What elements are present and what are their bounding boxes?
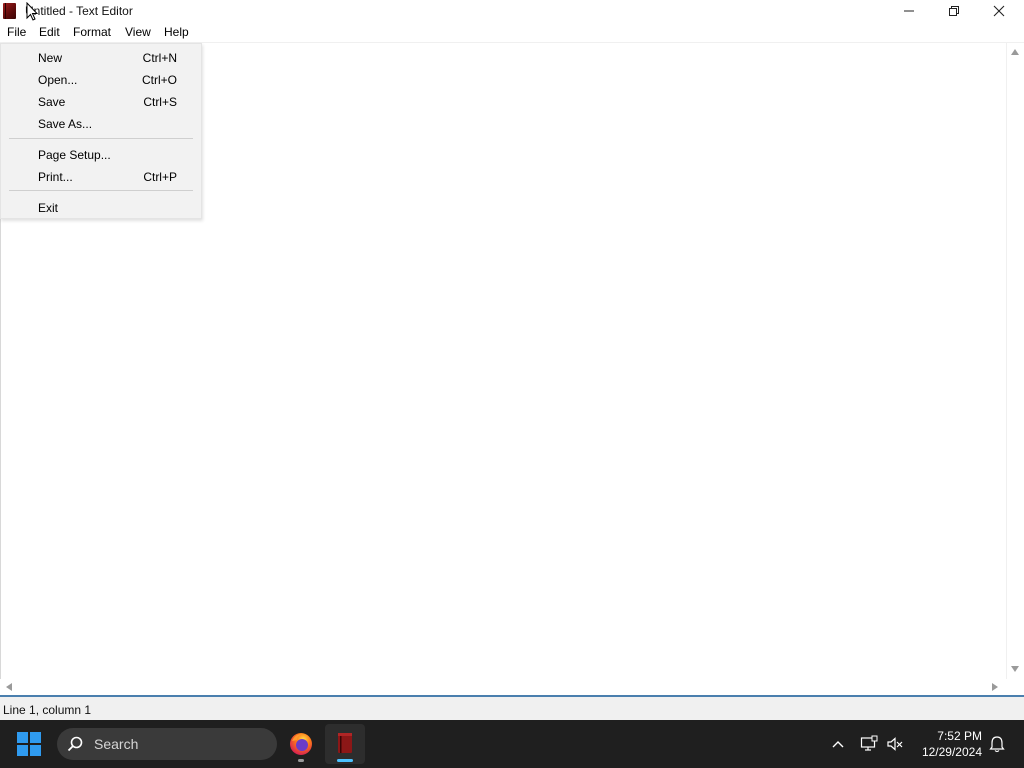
scroll-up-arrow-icon[interactable] (1011, 49, 1019, 55)
taskbar: Search 7:52 PM 12/29/2024 (0, 720, 1024, 768)
menu-item-shortcut: Ctrl+O (141, 73, 177, 87)
restore-icon (948, 6, 959, 16)
cursor-position: Line 1, column 1 (3, 703, 92, 717)
network-icon[interactable] (860, 735, 878, 753)
menu-item-label: Print... (38, 170, 73, 184)
menu-item-label: New (38, 51, 63, 65)
scroll-down-arrow-icon[interactable] (1011, 666, 1019, 672)
menu-item-label: Exit (38, 201, 59, 215)
menu-item-shortcut: Ctrl+P (143, 170, 177, 184)
menu-item-label: Save (38, 95, 66, 109)
taskbar-search[interactable]: Search (57, 728, 277, 760)
horizontal-scrollbar[interactable] (0, 679, 1006, 695)
menu-item-exit[interactable]: Exit (1, 196, 201, 218)
menu-bar: File Edit Format View Help (0, 22, 1024, 43)
file-menu-dropdown: New Ctrl+N Open... Ctrl+O Save Ctrl+S Sa… (0, 43, 202, 219)
menu-item-shortcut: Ctrl+N (142, 51, 177, 65)
window-title: Untitled - Text Editor (25, 4, 133, 18)
menu-item-label: Save As... (38, 117, 93, 131)
text-editor-icon (338, 733, 352, 753)
search-icon (67, 736, 83, 752)
menu-help[interactable]: Help (164, 25, 189, 39)
menu-item-label: Page Setup... (38, 148, 111, 162)
chevron-up-icon[interactable] (830, 736, 846, 752)
mouse-cursor-icon (26, 2, 38, 21)
menu-edit[interactable]: Edit (39, 25, 60, 39)
notification-bell-icon[interactable] (988, 735, 1006, 753)
taskbar-clock[interactable]: 7:52 PM 12/29/2024 (900, 728, 982, 760)
menu-separator (9, 138, 193, 139)
app-active-indicator (337, 759, 353, 762)
menu-item-print[interactable]: Print... Ctrl+P (1, 165, 201, 187)
menu-item-label: Open... (38, 73, 78, 87)
menu-item-page-setup[interactable]: Page Setup... (1, 143, 201, 165)
search-placeholder: Search (94, 736, 139, 752)
firefox-icon (290, 733, 312, 755)
menu-item-open[interactable]: Open... Ctrl+O (1, 68, 201, 90)
vertical-scrollbar[interactable] (1006, 43, 1024, 679)
menu-view[interactable]: View (125, 25, 151, 39)
app-running-indicator (298, 759, 304, 762)
menu-separator (9, 190, 193, 191)
close-icon (993, 5, 1004, 17)
scroll-left-arrow-icon[interactable] (6, 683, 12, 691)
restore-button[interactable] (931, 0, 976, 22)
title-bar: Untitled - Text Editor (0, 0, 1024, 22)
text-editor-taskbar-button[interactable] (325, 724, 365, 764)
windows-start-icon[interactable] (17, 732, 41, 756)
close-button[interactable] (976, 0, 1021, 22)
status-bar: Line 1, column 1 (0, 697, 1024, 720)
menu-item-save-as[interactable]: Save As... (1, 112, 201, 134)
menu-item-new[interactable]: New Ctrl+N (1, 46, 201, 68)
menu-file[interactable]: File (7, 25, 26, 39)
minimize-icon (903, 10, 914, 12)
minimize-button[interactable] (886, 0, 931, 22)
clock-time: 7:52 PM (937, 729, 982, 743)
clock-date: 12/29/2024 (921, 745, 982, 759)
scroll-right-arrow-icon[interactable] (992, 683, 998, 691)
menu-format[interactable]: Format (73, 25, 111, 39)
menu-item-save[interactable]: Save Ctrl+S (1, 90, 201, 112)
text-editor-app-icon[interactable] (3, 3, 16, 19)
menu-item-shortcut: Ctrl+S (143, 95, 177, 109)
scrollbar-corner (1006, 679, 1024, 695)
firefox-taskbar-button[interactable] (281, 724, 321, 764)
